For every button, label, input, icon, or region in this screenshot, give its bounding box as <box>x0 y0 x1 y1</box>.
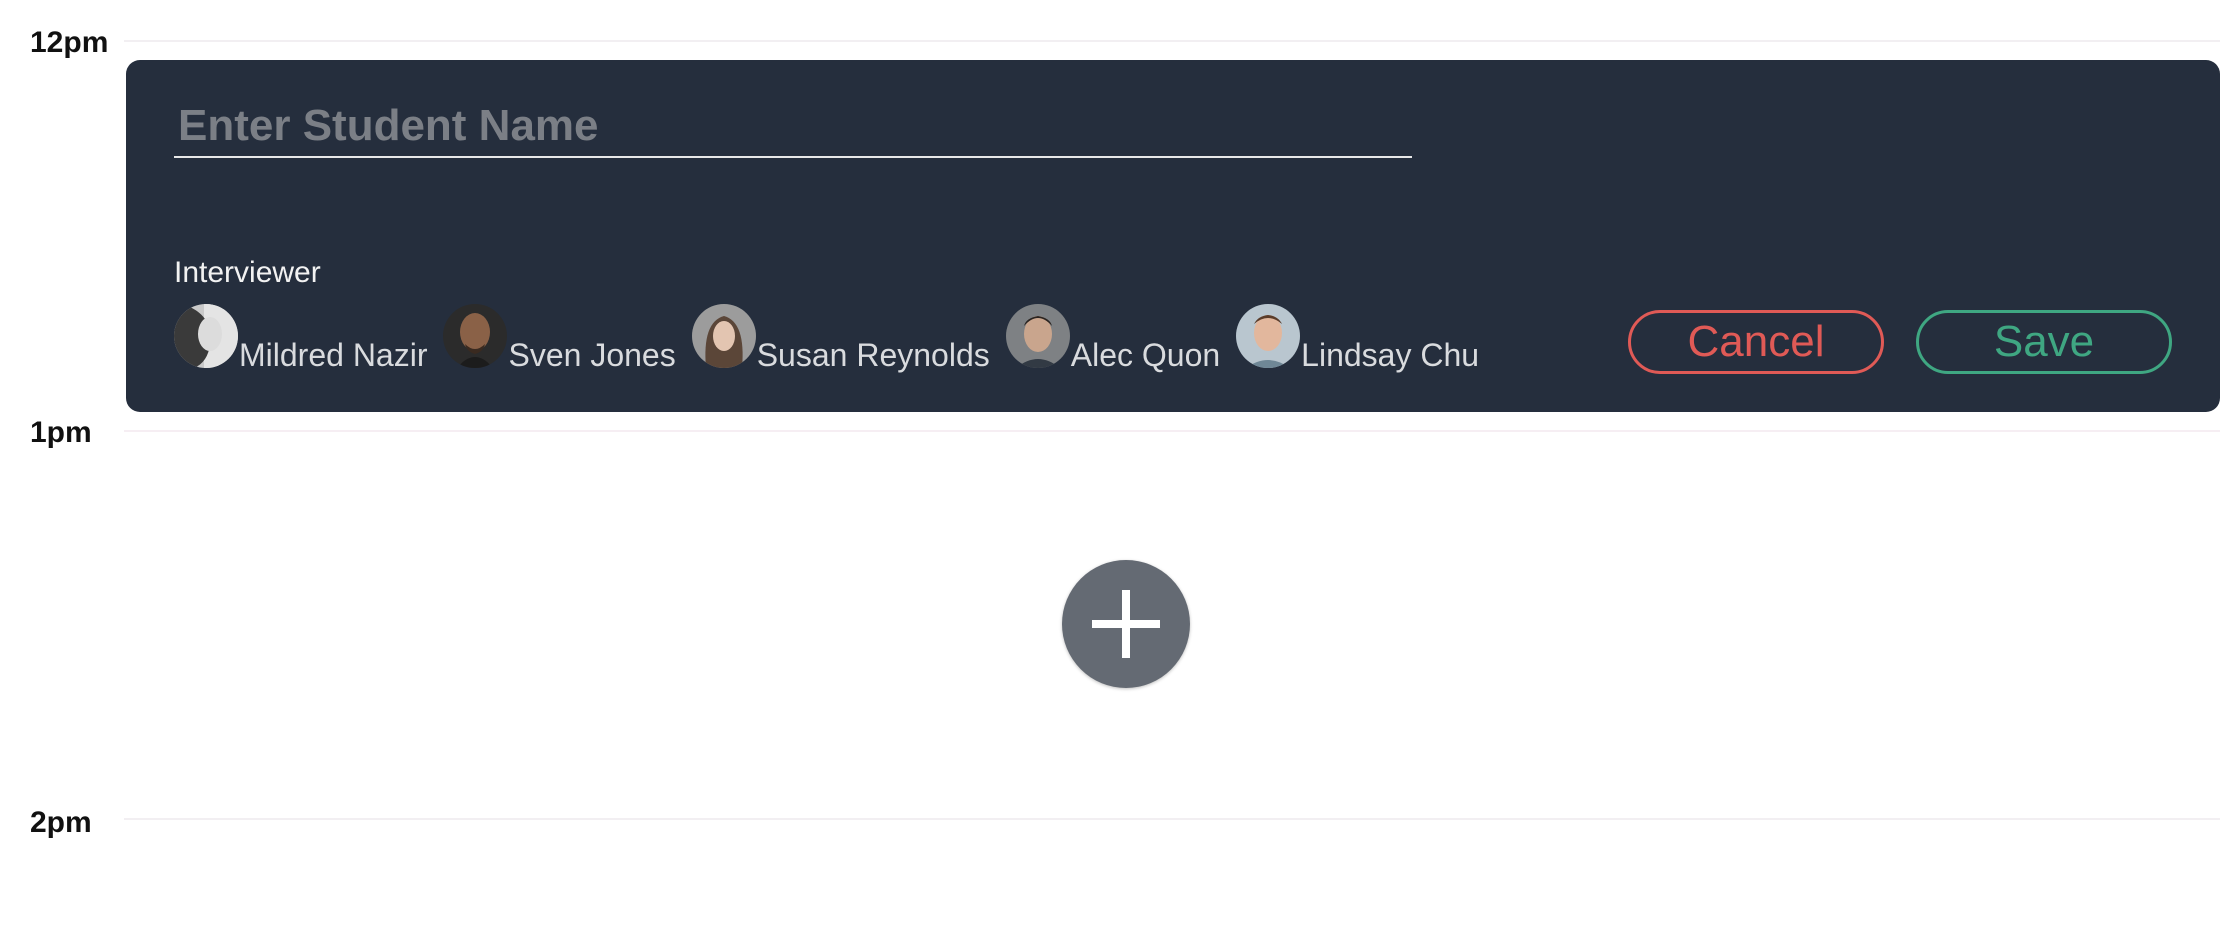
interviewer-option-susan-reynolds[interactable]: Susan Reynolds <box>691 304 990 373</box>
hour-line-1pm <box>124 430 2220 432</box>
time-label-1pm: 1pm <box>30 416 92 449</box>
plus-icon <box>1062 560 1190 688</box>
person-photo-icon <box>443 304 508 368</box>
person-photo-icon <box>1005 304 1070 368</box>
interviewer-option-lindsay-chu[interactable]: Lindsay Chu <box>1236 304 1479 373</box>
hour-line-12pm <box>124 40 2220 42</box>
person-photo-icon <box>1236 304 1301 368</box>
schedule-view: 12pm 1pm 2pm Interviewer Mildred Nazir <box>0 0 2234 936</box>
time-label-2pm: 2pm <box>30 806 92 839</box>
interviewer-name: Lindsay Chu <box>1301 337 1480 373</box>
interviewer-list: Mildred Nazir Sven Jones Susan Reynolds … <box>174 304 1495 373</box>
interviewer-label: Interviewer <box>174 256 321 289</box>
person-photo-icon <box>691 304 756 368</box>
interviewer-name: Mildred Nazir <box>239 337 428 373</box>
student-name-input[interactable] <box>174 96 1412 158</box>
save-button[interactable]: Save <box>1916 310 2172 374</box>
time-label-12pm: 12pm <box>30 26 109 59</box>
interviewer-option-sven-jones[interactable]: Sven Jones <box>443 304 676 373</box>
cancel-button[interactable]: Cancel <box>1628 310 1884 374</box>
interviewer-name: Susan Reynolds <box>756 337 990 373</box>
add-appointment-button[interactable] <box>1062 560 1190 688</box>
interviewer-option-mildred-nazir[interactable]: Mildred Nazir <box>174 304 427 373</box>
new-interview-card: Interviewer Mildred Nazir <box>126 60 2220 412</box>
interviewer-option-alec-quon[interactable]: Alec Quon <box>1005 304 1220 373</box>
hour-line-2pm <box>124 818 2220 820</box>
person-photo-icon <box>174 304 238 368</box>
interviewer-name: Sven Jones <box>508 337 676 373</box>
interviewer-name: Alec Quon <box>1070 337 1221 373</box>
